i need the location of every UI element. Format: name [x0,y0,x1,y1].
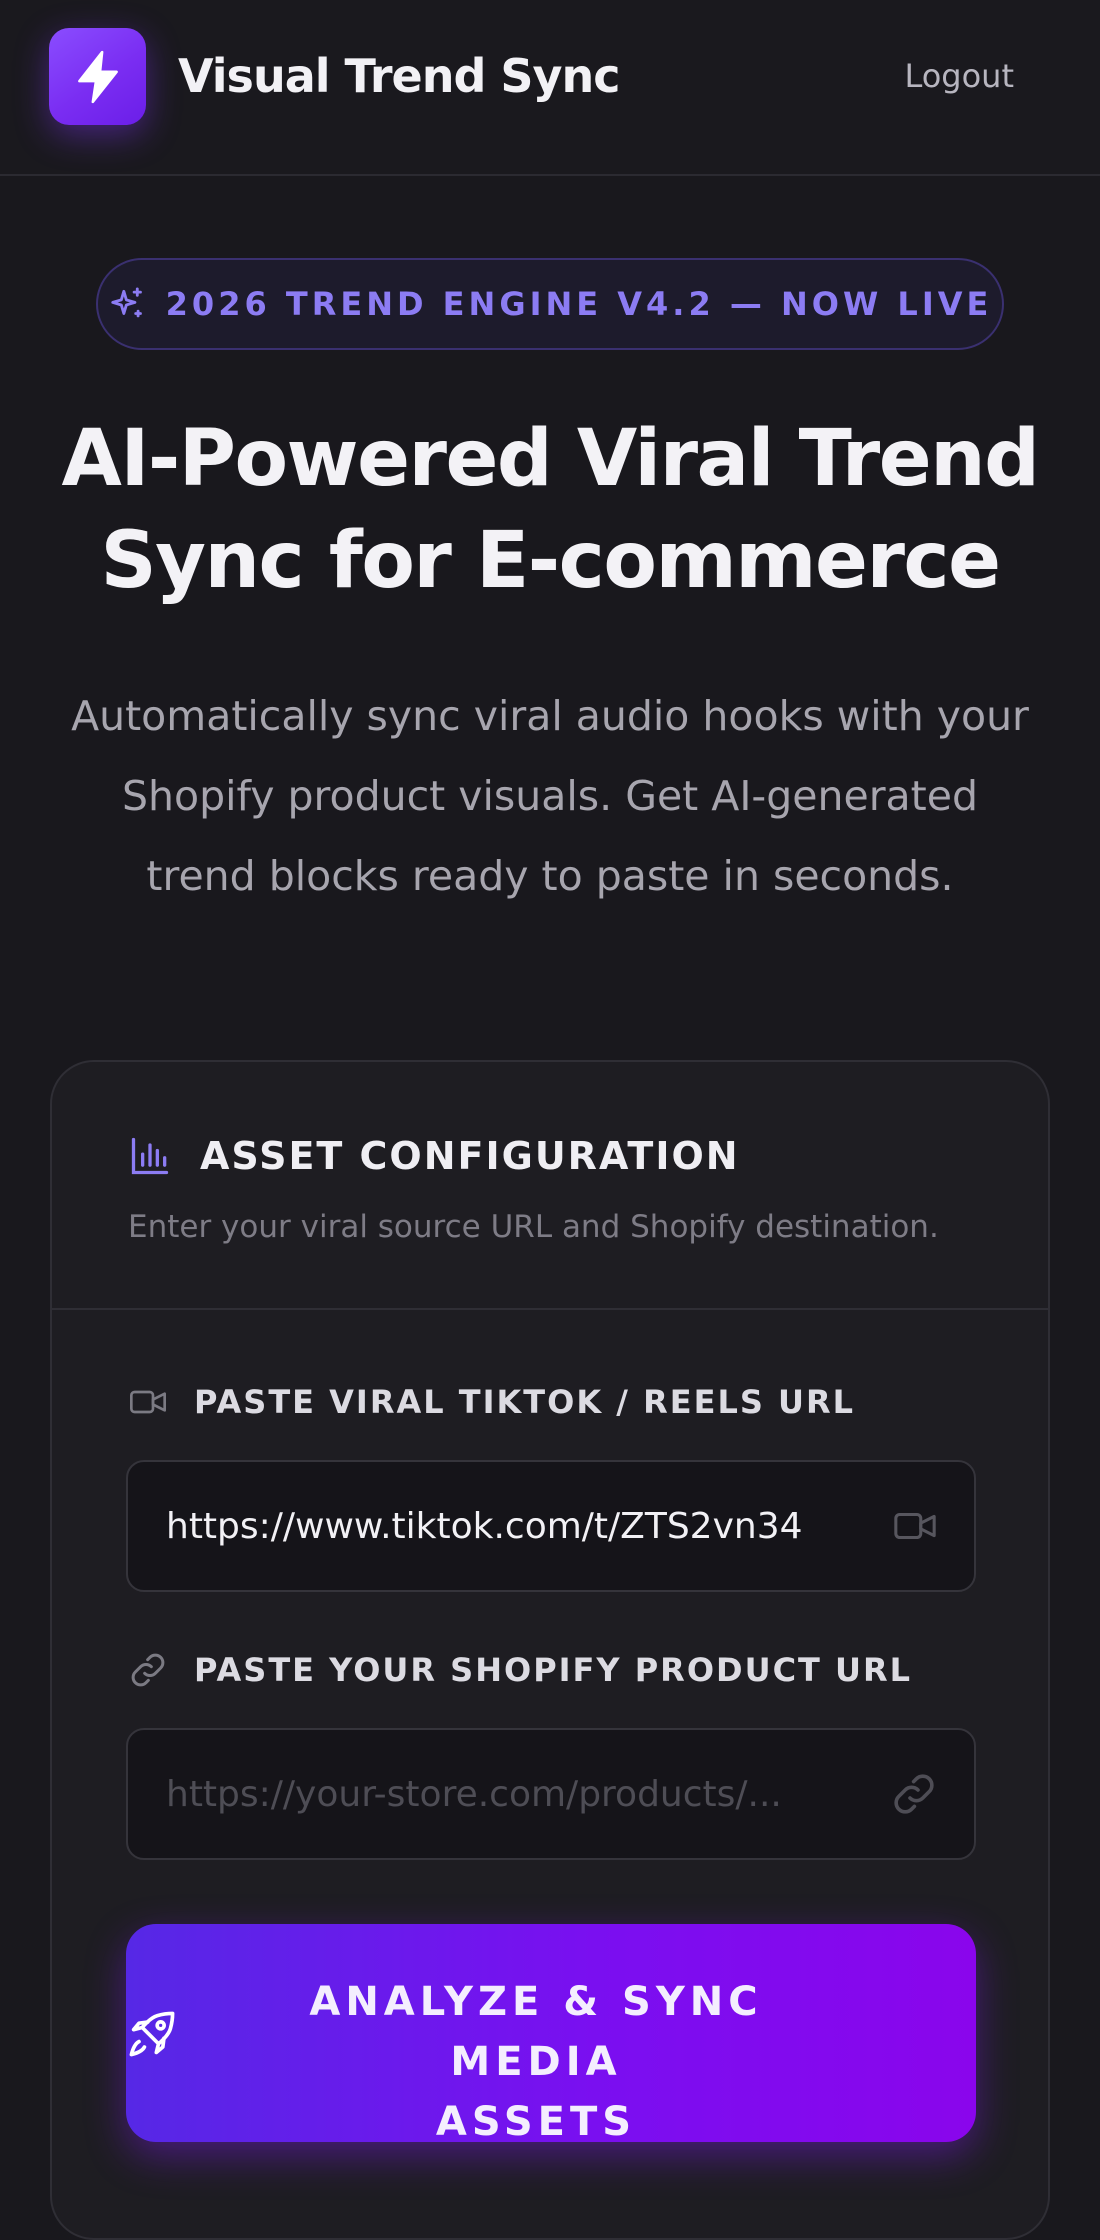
cta-label-line: ANALYZE & SYNC MEDIA [309,1979,763,2085]
analyze-sync-button-label: ANALYZE & SYNC MEDIA ASSETS [256,1972,816,2152]
logout-link[interactable]: Logout [900,52,1014,100]
card-header: ASSET CONFIGURATION Enter your viral sou… [52,1062,1048,1310]
link-icon [131,1653,165,1687]
shopify-url-input-wrapper[interactable] [126,1728,976,1860]
bar-chart-icon [131,1137,169,1175]
tiktok-url-input[interactable] [166,1505,892,1547]
card-description: Enter your viral source URL and Shopify … [128,1209,939,1245]
asset-configuration-card: ASSET CONFIGURATION Enter your viral sou… [50,1060,1050,2240]
shopify-url-label: PASTE YOUR SHOPIFY PRODUCT URL [128,1650,912,1690]
hero-title-line: Sync for E-commerce [100,516,1001,606]
hero-subtitle: Automatically sync viral audio hooks wit… [40,676,1060,916]
hero-subtitle-line: Automatically sync viral audio hooks wit… [71,692,1029,740]
app-title: Visual Trend Sync [178,49,621,103]
video-icon [130,1390,167,1414]
shopify-url-input[interactable] [166,1773,890,1815]
lightning-bolt-icon [77,50,118,103]
tiktok-url-label-text: PASTE VIRAL TIKTOK / REELS URL [194,1383,856,1421]
hero-subtitle-line: Shopify product visuals. Get AI-generate… [122,772,978,820]
cta-label-line: ASSETS [435,2099,637,2145]
hero-title: AI-Powered Viral Trend Sync for E-commer… [40,408,1060,612]
hero-title-line: AI-Powered Viral Trend [61,414,1040,504]
tiktok-url-label: PASTE VIRAL TIKTOK / REELS URL [128,1382,855,1422]
card-title: ASSET CONFIGURATION [200,1134,740,1178]
link-icon [894,1774,934,1814]
top-header: Visual Trend Sync Logout [0,0,1100,176]
shopify-url-label-text: PASTE YOUR SHOPIFY PRODUCT URL [194,1651,913,1689]
video-icon [894,1512,936,1540]
hero-subtitle-line: trend blocks ready to paste in seconds. [146,852,954,900]
rocket-icon [129,2011,175,2057]
badge-text: 2026 TREND ENGINE V4.2 — NOW LIVE [165,285,993,323]
analyze-sync-button[interactable]: ANALYZE & SYNC MEDIA ASSETS [126,1924,976,2145]
release-badge: 2026 TREND ENGINE V4.2 — NOW LIVE [96,258,1004,350]
sparkles-icon [110,287,142,318]
app-logo[interactable] [49,28,146,125]
tiktok-url-input-wrapper[interactable] [126,1460,976,1592]
